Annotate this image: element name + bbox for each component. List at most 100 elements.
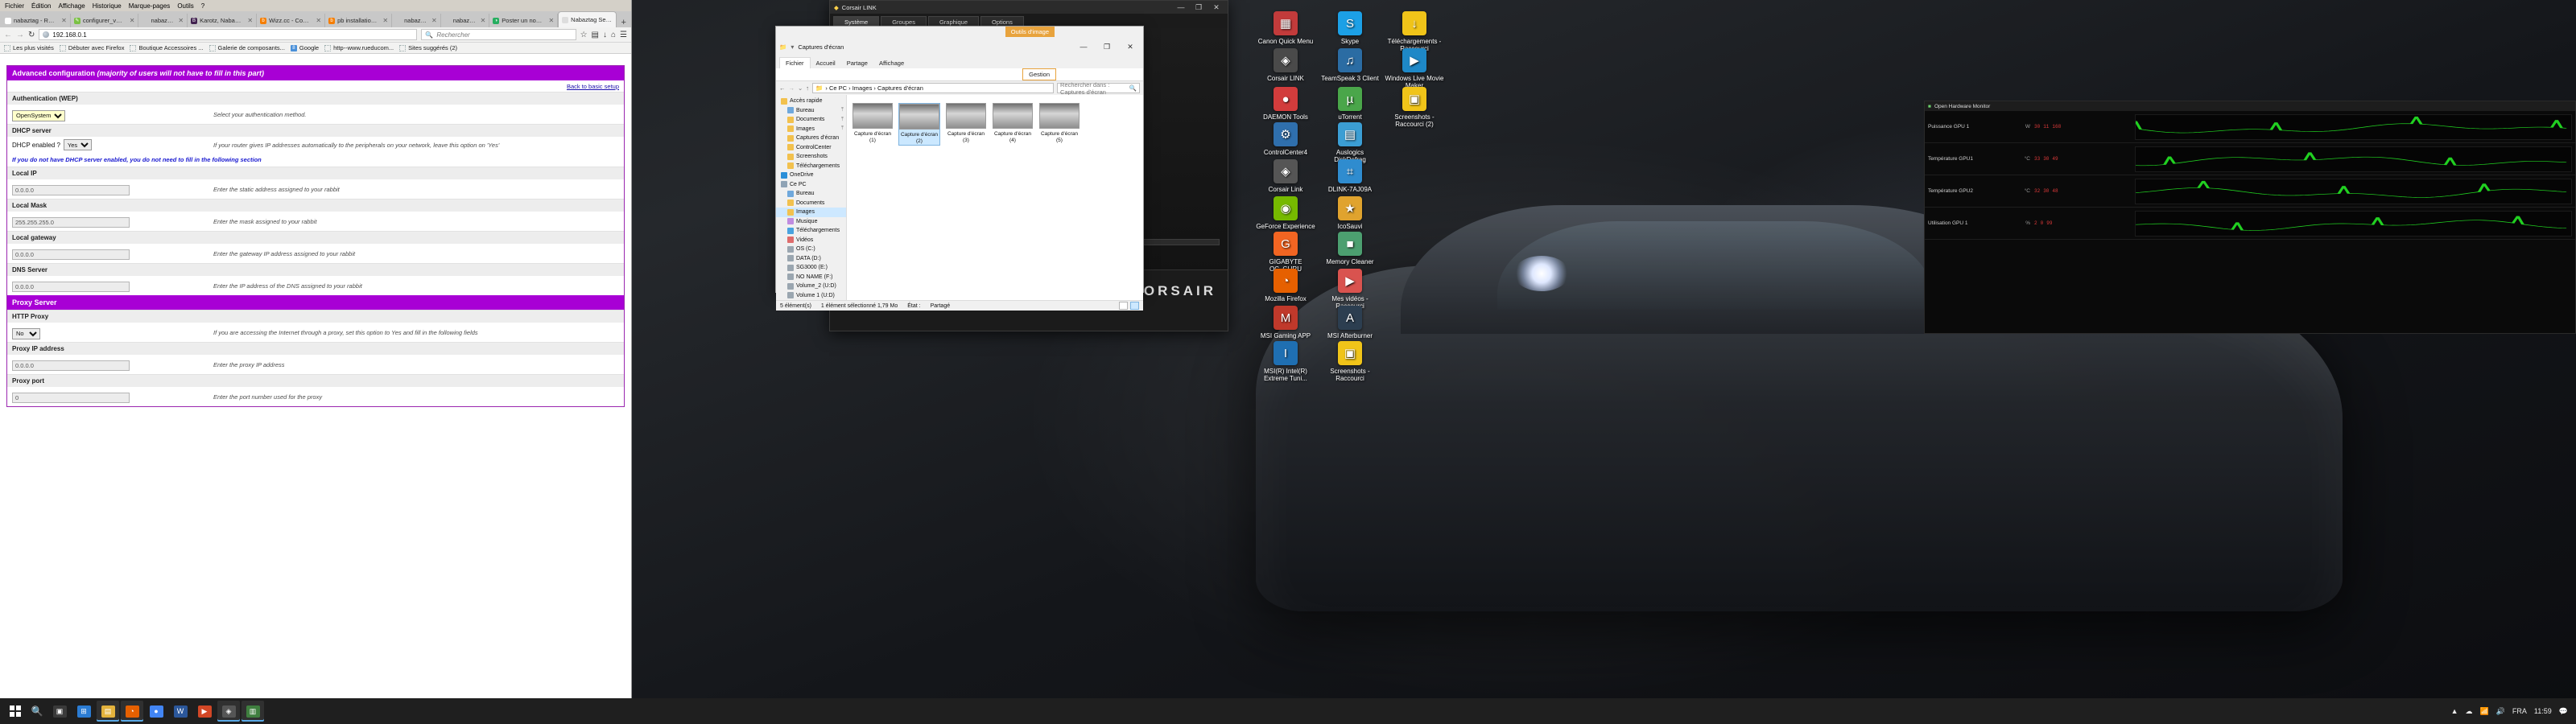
nav-item-4[interactable]: Captures d'écran	[776, 134, 846, 143]
taskbar-word[interactable]: W	[169, 701, 192, 722]
desktop-icon-11[interactable]: ◈ Corsair Link	[1256, 159, 1315, 193]
menu-edition[interactable]: Édition	[31, 2, 51, 10]
large-icons-view-button[interactable]	[1130, 302, 1139, 310]
nav-item-1[interactable]: Bureau ⤒	[776, 106, 846, 116]
explorer-maximize-button[interactable]: ❐	[1097, 43, 1117, 51]
explorer-search-box[interactable]: Rechercher dans : Captures d'écran 🔍	[1057, 81, 1140, 96]
bookmark-4[interactable]: 8 Google	[290, 44, 319, 51]
tray-language[interactable]: FRA	[2512, 707, 2527, 715]
explorer-ribbon-tabs[interactable]: Fichier Accueil Partage Affichage	[776, 56, 1143, 68]
nav-item-15[interactable]: Vidéos	[776, 236, 846, 245]
nav-item-8[interactable]: OneDrive	[776, 171, 846, 180]
nav-item-3[interactable]: Images ⤒	[776, 125, 846, 134]
desktop-icon-21[interactable]: I MSI(R) Intel(R) Extreme Tuni...	[1256, 341, 1315, 382]
taskbar-clock[interactable]: 11:59	[2534, 707, 2552, 716]
taskbar-task-view[interactable]: ▣	[48, 701, 71, 722]
desktop-icon-12[interactable]: ⌗ DLINK-7AJ09A	[1320, 159, 1380, 193]
explorer-tab-affichage[interactable]: Affichage	[873, 58, 910, 68]
bookmark-6[interactable]: Sites suggérés (2)	[399, 44, 457, 51]
bookmark-2[interactable]: Boutique Accessoires ...	[130, 44, 204, 51]
corsair-maximize-button[interactable]: ❐	[1191, 3, 1206, 12]
close-tab-icon[interactable]: ✕	[178, 17, 184, 24]
file-item-2[interactable]: Capture d'écran (3)	[945, 103, 987, 146]
desktop-icon-1[interactable]: S Skype	[1320, 11, 1380, 45]
desktop-icon-22[interactable]: ▣ Screenshots - Raccourci	[1320, 341, 1380, 382]
explorer-breadcrumb[interactable]: 📁 › Ce PC › Images › Captures d'écran	[812, 83, 1055, 93]
authentication-select[interactable]: OpenSystemSharedKey	[12, 109, 65, 121]
file-item-0[interactable]: Capture d'écran (1)	[852, 103, 894, 146]
nav-item-17[interactable]: DATA (D:)	[776, 254, 846, 264]
bookmark-5[interactable]: http--www.rueducom...	[324, 44, 394, 51]
close-tab-icon[interactable]: ✕	[130, 17, 135, 24]
explorer-tab-accueil[interactable]: Accueil	[811, 58, 841, 68]
tray-network-icon[interactable]: 📶	[2479, 707, 2488, 716]
menu-aide[interactable]: ?	[201, 2, 204, 10]
firefox-menu-bar[interactable]: Fichier Édition Affichage Historique Mar…	[0, 0, 631, 11]
taskbar-store[interactable]: ⊞	[72, 701, 95, 722]
corsair-title-bar[interactable]: ◆ Corsair LINK — ❐ ✕	[830, 1, 1228, 14]
taskbar-media-player[interactable]: ▶	[193, 701, 216, 722]
menu-outils[interactable]: Outils	[177, 2, 193, 10]
search-bar[interactable]: 🔍 Rechercher	[421, 29, 576, 40]
taskbar-explorer[interactable]: ▤	[97, 701, 119, 722]
taskbar-search-icon[interactable]: 🔍	[29, 703, 45, 719]
taskbar-hwmonitor[interactable]: ▥	[242, 701, 264, 722]
corsair-close-button[interactable]: ✕	[1209, 3, 1224, 12]
close-tab-icon[interactable]: ✕	[316, 17, 321, 24]
firefox-navigation-bar[interactable]: ← → ↻ 192.168.0.1 🔍 Rechercher ☆ ▤ ↓ ⌂ ☰	[0, 27, 631, 43]
menu-fichier[interactable]: Fichier	[5, 2, 24, 10]
close-tab-icon[interactable]: ✕	[481, 17, 486, 24]
desktop-icon-15[interactable]: GGIGABYTE OC_GURU	[1256, 232, 1315, 273]
bookmark-star-icon[interactable]: ☆	[580, 31, 588, 39]
system-tray[interactable]: ▲ ☁ 📶 🔊 FRA 11:59 💬	[2451, 707, 2571, 716]
dhcp-enabled-select[interactable]: YesNo	[63, 139, 92, 150]
close-tab-icon[interactable]: ✕	[61, 17, 67, 24]
nav-item-2[interactable]: Documents ⤒	[776, 115, 846, 125]
browser-tab-8[interactable]: ◑ Poster un nouv... ✕	[489, 14, 559, 27]
home-icon[interactable]: ⌂	[611, 31, 616, 39]
file-item-4[interactable]: Capture d'écran (5)	[1038, 103, 1080, 146]
menu-icon[interactable]: ☰	[620, 31, 627, 39]
desktop-icon-2[interactable]: ↓Téléchargements - Raccourci	[1385, 11, 1444, 52]
browser-tab-1[interactable]: ✎ configurer_votr... ✕	[71, 14, 139, 27]
close-tab-icon[interactable]: ✕	[382, 17, 388, 24]
file-explorer-window[interactable]: Outils d'image 📁 ▾ Captures d'écran — ❐ …	[775, 26, 1144, 311]
explorer-forward-button[interactable]: →	[789, 84, 795, 92]
bookmarks-toolbar[interactable]: Les plus visités Débuter avec Firefox Bout…	[0, 43, 631, 54]
tray-cloud-icon[interactable]: ☁	[2465, 707, 2472, 716]
explorer-file-list[interactable]: Capture d'écran (1) Capture d'écran (2) Ca…	[852, 103, 1138, 146]
explorer-close-button[interactable]: ✕	[1121, 43, 1140, 51]
back-to-basic-setup-link[interactable]: Back to basic setup	[7, 80, 624, 92]
explorer-address-row[interactable]: ← → ⌄ ↑ 📁 › Ce PC › Images › Captures d'…	[776, 81, 1143, 96]
taskbar-chrome[interactable]: ●	[145, 701, 167, 722]
browser-tab-7[interactable]: nabaztag ✕	[441, 14, 490, 27]
file-item-3[interactable]: Capture d'écran (4)	[992, 103, 1034, 146]
browser-tab-9[interactable]: Nabaztag Setup	[558, 11, 617, 27]
nav-item-5[interactable]: ControlCenter	[776, 143, 846, 153]
desktop-icon-5[interactable]: ▶ Windows Live Movie Maker	[1385, 48, 1444, 89]
bookmark-1[interactable]: Débuter avec Firefox	[59, 44, 124, 51]
back-button[interactable]: ←	[4, 31, 12, 39]
context-subtab-gestion[interactable]: Gestion	[1022, 68, 1056, 80]
nav-item-9[interactable]: Ce PC	[776, 180, 846, 190]
nav-item-20[interactable]: Volume_2 (U:D)	[776, 282, 846, 291]
explorer-recent-button[interactable]: ⌄	[798, 84, 803, 92]
ip-field-input-2[interactable]	[12, 249, 130, 260]
action-center-icon[interactable]: 💬	[2559, 707, 2568, 716]
explorer-title-bar[interactable]: 📁 ▾ Captures d'écran — ❐ ✕	[776, 37, 1143, 56]
nav-item-18[interactable]: SG3000 (E:)	[776, 263, 846, 273]
proxy-field-input-0[interactable]	[12, 360, 130, 371]
nav-item-6[interactable]: Screenshots	[776, 152, 846, 162]
corsair-minimize-button[interactable]: —	[1174, 3, 1188, 11]
taskbar-firefox[interactable]: ◔	[121, 701, 143, 722]
explorer-file-pane[interactable]: Capture d'écran (1) Capture d'écran (2) Ca…	[847, 95, 1143, 300]
start-button[interactable]	[5, 701, 26, 722]
tray-overflow-icon[interactable]: ▲	[2451, 707, 2458, 715]
downloads-icon[interactable]: ↓	[603, 31, 607, 39]
tray-volume-icon[interactable]: 🔊	[2496, 707, 2505, 716]
desktop-icon-6[interactable]: ● DAEMON Tools	[1256, 87, 1315, 121]
pin-icon[interactable]: ⤒	[841, 107, 846, 113]
windows-taskbar[interactable]: 🔍 ▣ ⊞ ▤ ◔ ● W ▶ ◈ ▥ ▲ ☁ 📶 🔊 FRA 11:59 💬	[0, 698, 2576, 724]
desktop-icon-7[interactable]: µ uTorrent	[1320, 87, 1380, 121]
pin-icon[interactable]: ⤒	[841, 125, 846, 132]
